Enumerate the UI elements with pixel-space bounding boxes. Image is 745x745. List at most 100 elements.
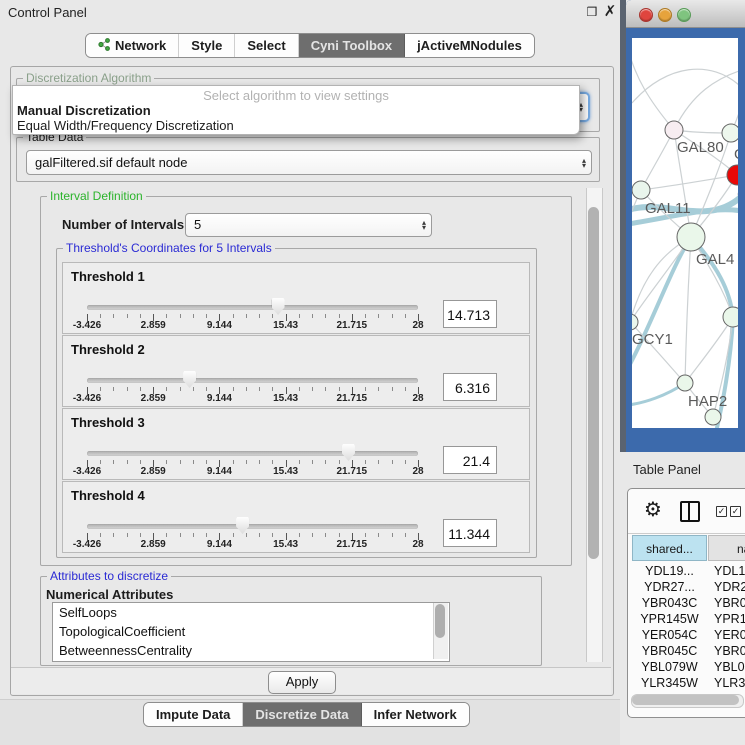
axis-tick — [299, 533, 300, 537]
network-node-gal4[interactable] — [677, 223, 705, 251]
axis-tick — [365, 314, 366, 318]
table-row[interactable]: YLR345WYLR3 — [632, 675, 745, 691]
gear-icon[interactable]: ⚙ — [644, 497, 662, 522]
attribute-item-betweennesscentrality[interactable]: BetweennessCentrality — [53, 641, 449, 660]
axis-tick — [325, 387, 326, 391]
table-hscrollbar-thumb[interactable] — [632, 695, 739, 705]
network-canvas[interactable]: GAL80GACGAL11GAL4GCY1HHAP2 — [632, 38, 738, 428]
tab-impute-data[interactable]: Impute Data — [144, 703, 243, 726]
checkbox-icon[interactable]: ✓ — [730, 506, 741, 517]
axis-tick — [378, 387, 379, 391]
threshold-axis-labels: -3.4262.8599.14415.4321.71528 — [87, 393, 418, 404]
axis-tick — [206, 533, 207, 537]
axis-tick — [325, 533, 326, 537]
column-header-name[interactable]: na — [708, 535, 745, 561]
table-data-combobox[interactable]: galFiltered.sif default node ▴▾ — [26, 150, 592, 175]
zoom-traffic-light-icon[interactable] — [677, 8, 691, 22]
cyni-bottom-tabbar: Impute Data Discretize DataInfer Network — [143, 702, 470, 727]
threshold-slider-track[interactable] — [87, 524, 418, 529]
tab-cyni-toolbox[interactable]: Cyni Toolbox — [299, 34, 405, 57]
threshold-slider-track[interactable] — [87, 451, 418, 456]
close-icon[interactable]: ✗ — [602, 4, 618, 20]
settings-scrollbar-thumb[interactable] — [588, 207, 599, 559]
network-node-h[interactable] — [723, 307, 738, 327]
threshold-slider-handle[interactable] — [272, 298, 285, 315]
axis-tick — [100, 533, 101, 537]
network-view-window: GAL80GACGAL11GAL4GCY1HHAP2 — [626, 0, 745, 452]
tab-style[interactable]: Style — [179, 34, 235, 57]
attribute-item-topologicalcoefficient[interactable]: TopologicalCoefficient — [53, 622, 449, 641]
float-window-icon[interactable]: ❒ — [584, 4, 600, 20]
threshold-value-field[interactable]: 6.316 — [443, 373, 497, 401]
threshold-slider-track[interactable] — [87, 305, 418, 310]
network-node-ga[interactable] — [722, 124, 738, 142]
tab-label: jActiveMNodules — [417, 38, 522, 53]
threshold-value-field[interactable]: 14.713 — [443, 300, 497, 328]
number-of-intervals-label: Number of Intervals — [62, 217, 184, 232]
checkbox-icon[interactable]: ✓ — [716, 506, 727, 517]
axis-tick — [140, 533, 141, 537]
axis-tick — [312, 387, 313, 391]
table-row[interactable]: YBR043CYBR0 — [632, 595, 745, 611]
threshold-value-field[interactable]: 21.4 — [443, 446, 497, 474]
apply-button[interactable]: Apply — [268, 671, 336, 694]
dropdown-option-manual-discretization[interactable]: Manual Discretization — [15, 103, 577, 118]
threshold-slider-handle[interactable] — [183, 371, 196, 388]
numerical-attributes-list[interactable]: SelfLoopsTopologicalCoefficientBetweenne… — [52, 602, 450, 662]
network-node-gal80[interactable] — [665, 121, 683, 139]
screen: Control Panel ❒ ✗ NetworkStyleSelectCyni… — [0, 0, 745, 745]
network-node-gcy1[interactable] — [632, 314, 638, 330]
close-traffic-light-icon[interactable] — [639, 8, 653, 22]
axis-tick-label: 2.859 — [141, 320, 166, 331]
axis-tick — [378, 533, 379, 537]
table-row[interactable]: YER054CYER0 — [632, 627, 745, 643]
axis-tick — [113, 387, 114, 391]
axis-tick — [166, 533, 167, 537]
table-panel: ⚙ ✓ ✓ shared... na YDL19...YDL1YDR27...Y… — [627, 488, 745, 718]
axis-tick — [339, 460, 340, 464]
attributes-scrollbar-thumb[interactable] — [435, 604, 445, 638]
axis-tick — [312, 460, 313, 464]
tab-label: Impute Data — [156, 707, 230, 722]
threshold-slider-track[interactable] — [87, 378, 418, 383]
tab-select[interactable]: Select — [235, 34, 298, 57]
network-node-gal11[interactable] — [632, 181, 650, 199]
columns-icon[interactable] — [680, 501, 700, 522]
tab-discretize-data[interactable]: Discretize Data — [243, 703, 361, 726]
axis-tick — [180, 533, 181, 537]
table-row[interactable]: YPR145WYPR1 — [632, 611, 745, 627]
axis-tick — [392, 314, 393, 318]
axis-tick-label: 9.144 — [207, 466, 232, 477]
column-header-shared-name[interactable]: shared... — [632, 535, 707, 561]
table-row[interactable]: YDL19...YDL1 — [632, 563, 745, 579]
threshold-value-field[interactable]: 11.344 — [443, 519, 497, 547]
table-row[interactable]: YDR27... YDR2 — [632, 579, 745, 595]
axis-tick — [325, 314, 326, 318]
attribute-item-selfloops[interactable]: SelfLoops — [53, 603, 449, 622]
axis-tick — [272, 314, 273, 318]
network-node-label: HAP2 — [688, 393, 727, 410]
axis-tick-label: 28 — [412, 539, 423, 550]
axis-tick — [166, 314, 167, 318]
cell-shared-name: YDR27... — [632, 579, 707, 595]
tab-network[interactable]: Network — [86, 34, 179, 57]
threshold-axis-labels: -3.4262.8599.14415.4321.71528 — [87, 539, 418, 550]
threshold-slider-handle[interactable] — [342, 444, 355, 461]
tab-infer-network[interactable]: Infer Network — [362, 703, 469, 726]
axis-tick — [405, 460, 406, 464]
minimize-traffic-light-icon[interactable] — [658, 8, 672, 22]
table-row[interactable]: YBR045CYBR0 — [632, 643, 745, 659]
cell-shared-name: YBL079W — [632, 659, 707, 675]
network-node-label: GAL11 — [645, 200, 691, 217]
network-node-hap2[interactable] — [677, 375, 693, 391]
dropdown-option-equal-width-frequency[interactable]: Equal Width/Frequency Discretization — [15, 118, 577, 133]
cell-shared-name: YBR045C — [632, 643, 707, 659]
network-window-titlebar[interactable] — [626, 0, 745, 28]
tab-jactivemnodules[interactable]: jActiveMNodules — [405, 34, 534, 57]
number-of-intervals-combobox[interactable]: 5 ▴▾ — [185, 213, 432, 237]
threshold-slider-handle[interactable] — [236, 517, 249, 534]
network-node[interactable] — [705, 409, 721, 425]
cell-name: YDR2 — [714, 579, 745, 595]
axis-tick — [259, 460, 260, 464]
table-row[interactable]: YBL079WYBL0 — [632, 659, 745, 675]
